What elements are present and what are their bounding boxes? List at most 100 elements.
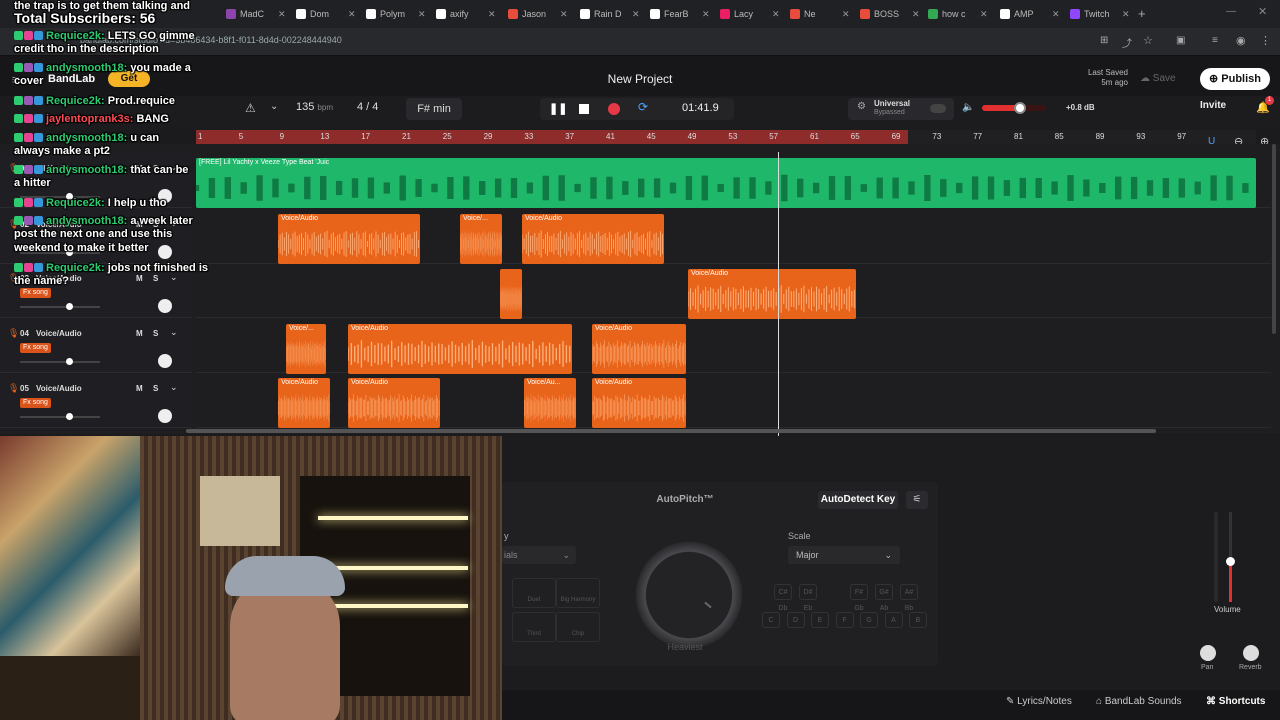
audio-clip[interactable]: Voice/Audio xyxy=(522,214,664,264)
close-tab-icon[interactable]: ✕ xyxy=(1052,9,1060,20)
master-volume-slider[interactable] xyxy=(982,102,1046,114)
browser-tab[interactable]: FearB ✕ xyxy=(650,4,714,24)
note-key[interactable]: G xyxy=(860,612,878,628)
audio-clip[interactable]: Voice/Audio xyxy=(278,214,420,264)
browser-tab[interactable]: Polym ✕ xyxy=(366,4,430,24)
bandlab-sounds-button[interactable]: ⌂ BandLab Sounds xyxy=(1096,696,1182,707)
close-tab-icon[interactable]: ✕ xyxy=(488,9,496,20)
audio-clip[interactable] xyxy=(500,269,522,319)
fx-badge[interactable]: Fx song xyxy=(20,398,51,408)
mute-button[interactable]: M xyxy=(136,384,143,393)
reverb-knob[interactable] xyxy=(1243,645,1259,661)
audio-clip[interactable]: Voice/Au... xyxy=(524,378,576,428)
browser-tab[interactable]: how c ✕ xyxy=(928,4,992,24)
stop-button[interactable] xyxy=(579,104,589,114)
style-select[interactable]: ials ⌄ xyxy=(502,546,576,564)
note-key-sharp[interactable]: A# Bb xyxy=(900,584,918,612)
playhead[interactable] xyxy=(778,152,779,436)
close-tab-icon[interactable]: ✕ xyxy=(348,9,356,20)
audio-clip[interactable]: Voice/... xyxy=(286,324,326,374)
track-volume-handle[interactable] xyxy=(66,303,73,310)
track-pan-knob[interactable] xyxy=(158,354,172,368)
track-volume-handle[interactable] xyxy=(66,358,73,365)
lyrics-notes-button[interactable]: ✎ Lyrics/Notes xyxy=(1006,696,1072,707)
close-tab-icon[interactable]: ✕ xyxy=(278,9,286,20)
note-key-sharp[interactable]: C# Db xyxy=(774,584,792,612)
note-key-sharp[interactable]: D# Eb xyxy=(799,584,817,612)
autodetect-key-button[interactable]: AutoDetect Key xyxy=(818,491,898,509)
browser-tab[interactable]: MadC ✕ xyxy=(226,4,290,24)
note-key[interactable]: E xyxy=(811,612,829,628)
horizontal-scrollbar[interactable] xyxy=(186,429,1156,433)
pause-button[interactable]: ❚❚ xyxy=(549,102,567,115)
effect-preset[interactable]: Third xyxy=(512,612,556,642)
browser-tab[interactable]: BOSS ✕ xyxy=(860,4,924,24)
chevron-down-icon[interactable]: ⌄ xyxy=(170,382,178,393)
browser-tab[interactable]: Dom ✕ xyxy=(296,4,360,24)
close-tab-icon[interactable]: ✕ xyxy=(980,9,988,20)
solo-button[interactable]: S xyxy=(153,329,158,338)
note-key[interactable]: F xyxy=(835,612,854,628)
menu-icon[interactable]: ≡ xyxy=(1212,35,1218,46)
solo-button[interactable]: S xyxy=(153,384,158,393)
bookmark-star-icon[interactable]: ☆ xyxy=(1143,34,1153,47)
shortcuts-button[interactable]: ⌘ Shortcuts xyxy=(1206,696,1265,707)
loop-icon[interactable]: ⟳ xyxy=(638,100,648,114)
note-key[interactable]: B xyxy=(909,612,927,628)
invite-button[interactable]: Invite xyxy=(1200,100,1240,116)
track-pan-knob[interactable] xyxy=(158,299,172,313)
browser-tab[interactable]: axify ✕ xyxy=(436,4,500,24)
audio-clip[interactable]: [FREE] Lil Yachty x Veeze Type Beat 'Jui… xyxy=(196,158,1256,208)
close-tab-icon[interactable]: ✕ xyxy=(560,9,568,20)
loop-region[interactable] xyxy=(196,130,908,144)
publish-button[interactable]: ⊕ Publish xyxy=(1200,68,1270,90)
note-key-sharp[interactable]: G# Ab xyxy=(875,584,893,612)
share-icon[interactable]: ⤴ xyxy=(1122,35,1132,50)
audio-clip[interactable]: Voice/Audio xyxy=(688,269,856,319)
time-signature[interactable]: 4 / 4 xyxy=(357,101,378,113)
new-tab-icon[interactable]: + xyxy=(1138,6,1146,21)
track-volume-slider[interactable] xyxy=(20,413,100,420)
close-tab-icon[interactable]: ✕ xyxy=(1122,9,1130,20)
effect-preset[interactable]: Big Harmony xyxy=(556,578,600,608)
more-icon[interactable]: ⋮ xyxy=(1260,34,1271,47)
effect-preset[interactable]: Chip xyxy=(556,612,600,642)
close-tab-icon[interactable]: ✕ xyxy=(632,9,640,20)
record-button[interactable] xyxy=(608,103,620,115)
track-pan-knob[interactable] xyxy=(158,245,172,259)
close-window-icon[interactable]: ✕ xyxy=(1258,5,1267,18)
mute-button[interactable]: M xyxy=(136,274,143,283)
track-volume-slider[interactable] xyxy=(20,358,100,365)
speaker-icon[interactable]: 🔈 xyxy=(962,102,974,113)
autopitch-strength-knob[interactable] xyxy=(634,540,744,650)
audio-clip[interactable]: Voice/Audio xyxy=(592,324,686,374)
key-selector[interactable]: F# min xyxy=(406,98,462,120)
note-key[interactable]: D xyxy=(786,612,805,628)
profile-icon[interactable]: ◉ xyxy=(1236,34,1246,47)
close-tab-icon[interactable]: ✕ xyxy=(842,9,850,20)
sidebar-icon[interactable]: ▣ xyxy=(1176,35,1185,46)
track-volume-slider[interactable] xyxy=(20,303,100,310)
track-name[interactable]: Voice/Audio xyxy=(36,329,126,338)
audio-clip[interactable]: Voice/Audio xyxy=(348,324,572,374)
close-tab-icon[interactable]: ✕ xyxy=(912,9,920,20)
solo-button[interactable]: S xyxy=(153,274,158,283)
track-pan-knob[interactable] xyxy=(158,409,172,423)
browser-tab[interactable]: Lacy ✕ xyxy=(720,4,784,24)
track-volume-handle[interactable] xyxy=(66,413,73,420)
metronome-dropdown-icon[interactable]: ⌄ xyxy=(270,101,278,112)
project-title[interactable]: New Project xyxy=(560,72,720,86)
audio-clip[interactable]: Voice/Audio xyxy=(278,378,330,428)
scale-select[interactable]: Major ⌄ xyxy=(788,546,900,564)
fx-badge[interactable]: Fx song xyxy=(20,343,51,353)
close-tab-icon[interactable]: ✕ xyxy=(418,9,426,20)
audio-clip[interactable]: Voice/Audio xyxy=(348,378,440,428)
browser-tab[interactable]: Jason ✕ xyxy=(508,4,572,24)
settings-sliders-icon[interactable]: ⚟ xyxy=(906,491,928,509)
save-button[interactable]: ☁ Save xyxy=(1140,70,1188,88)
track-name[interactable]: Voice/Audio xyxy=(36,384,126,393)
note-key-sharp[interactable]: F# Gb xyxy=(850,584,868,612)
browser-tab[interactable]: Rain D ✕ xyxy=(580,4,644,24)
vertical-scrollbar[interactable] xyxy=(1272,144,1276,334)
volume-handle[interactable] xyxy=(1226,556,1235,566)
